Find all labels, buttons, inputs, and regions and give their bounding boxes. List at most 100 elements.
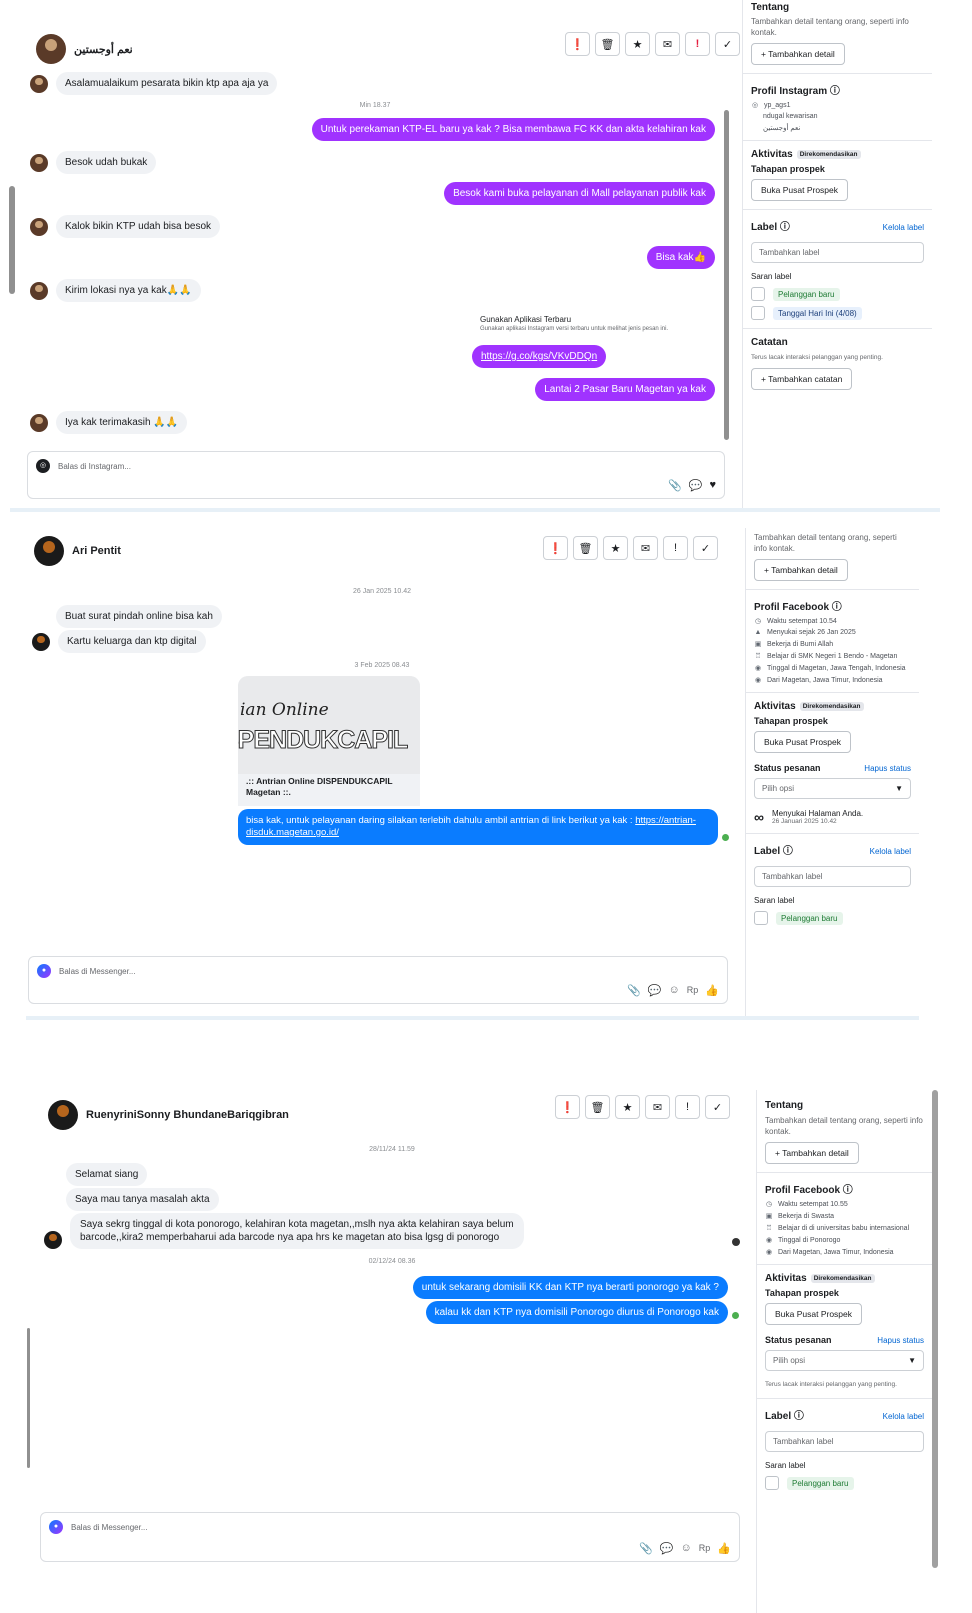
manage-label-link[interactable]: Kelola label (883, 1412, 924, 1421)
message-link[interactable]: https://g.co/kgs/VKvDDQn (472, 345, 607, 368)
alert-icon[interactable]: ❗ (565, 32, 590, 56)
star-icon[interactable]: ★ (615, 1095, 640, 1119)
checkbox[interactable] (751, 306, 765, 320)
alert-icon[interactable]: ❗ (543, 536, 568, 560)
message-incoming[interactable]: Kalok bikin KTP udah bisa besok (56, 215, 221, 238)
saved-reply-icon[interactable]: 💬 (689, 479, 703, 492)
avatar (30, 74, 48, 93)
mail-icon[interactable]: ✉ (645, 1095, 670, 1119)
scrollbar[interactable] (724, 110, 729, 440)
message-incoming[interactable]: Iya kak terimakasih 🙏🙏 (56, 411, 188, 434)
message-incoming[interactable]: Saya sekrg tinggal di kota ponorogo, kel… (70, 1213, 524, 1249)
reply-composer[interactable]: ● Balas di Messenger... 📎 💬 ☺ Rp 👍 (40, 1512, 740, 1562)
label-suggestion[interactable]: Pelanggan baru (765, 1476, 924, 1490)
page-scrollbar[interactable] (9, 186, 15, 294)
message-incoming[interactable]: Kirim lokasi nya ya kak🙏🙏 (56, 279, 201, 302)
like-icon[interactable]: 👍 (717, 1542, 731, 1555)
mail-icon[interactable]: ✉ (655, 32, 680, 56)
label-suggestion[interactable]: Tanggal Hari Ini (4/08) (751, 306, 924, 320)
payment-icon[interactable]: Rp (687, 984, 699, 997)
attach-icon[interactable]: 📎 (668, 479, 682, 492)
payment-icon[interactable]: Rp (699, 1542, 711, 1555)
clear-status-link[interactable]: Hapus status (864, 764, 911, 773)
message-outgoing[interactable]: bisa kak, untuk pelayanan daring silakan… (238, 809, 718, 845)
checkbox[interactable] (751, 287, 765, 301)
message-outgoing[interactable]: Untuk perekaman KTP-EL baru ya kak ? Bis… (311, 118, 715, 141)
check-icon[interactable]: ✓ (705, 1095, 730, 1119)
label-suggestion[interactable]: Pelanggan baru (754, 911, 911, 925)
checkbox[interactable] (754, 911, 768, 925)
message-incoming[interactable]: Asalamualaikum pesarata bikin ktp apa aj… (56, 72, 278, 95)
add-note-button[interactable]: + Tambahkan catatan (751, 368, 853, 390)
message-outgoing[interactable]: kalau kk dan KTP nya domisili Ponorogo d… (425, 1301, 728, 1324)
composer-actions: 📎 💬 ☺ Rp 👍 (639, 1542, 731, 1555)
exclamation-icon[interactable]: ! (663, 536, 688, 560)
trash-icon[interactable]: 🗑 (595, 32, 620, 56)
open-prospect-button[interactable]: Buka Pusat Prospek (765, 1303, 863, 1325)
reply-composer[interactable]: ● Balas di Messenger... 📎 💬 ☺ Rp 👍 (28, 956, 728, 1004)
timestamp: 28/11/24 11.59 (369, 1146, 415, 1153)
checkbox[interactable] (765, 1476, 779, 1490)
saved-reply-icon[interactable]: 💬 (648, 984, 662, 997)
label-input[interactable]: Tambahkan label (754, 866, 911, 887)
check-icon[interactable]: ✓ (693, 536, 718, 560)
message-incoming[interactable]: Buat surat pindah online bisa kah (56, 605, 222, 628)
trash-icon[interactable]: 🗑 (573, 536, 598, 560)
clear-status-link[interactable]: Hapus status (877, 1336, 924, 1345)
reply-composer[interactable]: ◎ Balas di Instagram... 📎 💬 ♥ (27, 451, 725, 499)
order-status-select[interactable]: Pilih opsi ▼ (754, 778, 911, 799)
add-detail-button[interactable]: + Tambahkan detail (765, 1142, 859, 1164)
message-outgoing[interactable]: Bisa kak👍 (646, 246, 715, 269)
open-prospect-button[interactable]: Buka Pusat Prospek (751, 179, 849, 201)
exclamation-icon[interactable]: ! (675, 1095, 700, 1119)
label-input[interactable]: Tambahkan label (751, 242, 924, 263)
emoji-icon[interactable]: ☺ (681, 1542, 692, 1555)
message-incoming[interactable]: Kartu keluarga dan ktp digital (58, 630, 206, 653)
star-icon[interactable]: ★ (603, 536, 628, 560)
tag-new-customer[interactable]: Pelanggan baru (773, 287, 840, 301)
message-outgoing[interactable]: Lantai 2 Pasar Baru Magetan ya kak (535, 378, 715, 401)
heart-icon[interactable]: ♥ (709, 479, 716, 492)
page-scrollbar[interactable] (27, 1328, 30, 1468)
alert-icon[interactable]: ❗ (555, 1095, 580, 1119)
exclamation-icon[interactable]: ! (685, 32, 710, 56)
like-icon[interactable]: 👍 (705, 984, 719, 997)
message-incoming[interactable]: Saya mau tanya masalah akta (66, 1188, 219, 1211)
tag-new-customer[interactable]: Pelanggan baru (787, 1476, 854, 1490)
link-preview-card[interactable]: ian Online SPENDUKCAPIL .:: Antrian Onli… (238, 676, 420, 806)
about-desc: Tambahkan detail tentang orang, seperti … (754, 533, 897, 553)
avatar[interactable] (48, 1100, 78, 1130)
label-suggestion[interactable]: Pelanggan baru (751, 287, 924, 301)
open-prospect-button[interactable]: Buka Pusat Prospek (754, 731, 852, 753)
tag-today[interactable]: Tanggal Hari Ini (4/08) (773, 306, 862, 320)
sidebar-scrollbar[interactable] (932, 1090, 938, 1568)
message-incoming[interactable]: Besok udah bukak (56, 151, 157, 174)
tag-new-customer[interactable]: Pelanggan baru (776, 911, 843, 925)
saved-reply-icon[interactable]: 💬 (660, 1542, 674, 1555)
prospect-stage-label: Tahapan prospek (751, 164, 825, 174)
attach-icon[interactable]: 📎 (627, 984, 641, 997)
instagram-handle[interactable]: yp_ags1 (764, 102, 790, 109)
manage-label-link[interactable]: Kelola label (870, 847, 911, 856)
manage-label-link[interactable]: Kelola label (883, 223, 924, 232)
check-icon[interactable]: ✓ (715, 32, 740, 56)
trash-icon[interactable]: 🗑 (585, 1095, 610, 1119)
contact-name[interactable]: RuenyriniSonny BhundaneBariqgibran (86, 1109, 289, 1121)
avatar[interactable] (36, 34, 66, 64)
contact-name[interactable]: نعم أوجستين (74, 43, 133, 56)
label-input[interactable]: Tambahkan label (765, 1431, 924, 1452)
emoji-icon[interactable]: ☺ (669, 984, 680, 997)
seen-icon (732, 1312, 739, 1319)
message-outgoing[interactable]: untuk sekarang domisili KK dan KTP nya b… (412, 1276, 728, 1299)
mail-icon[interactable]: ✉ (633, 536, 658, 560)
add-detail-button[interactable]: + Tambahkan detail (754, 559, 848, 581)
order-status-select[interactable]: Pilih opsi ▼ (765, 1350, 924, 1371)
attach-icon[interactable]: 📎 (639, 1542, 653, 1555)
message-outgoing[interactable]: Besok kami buka pelayanan di Mall pelaya… (444, 182, 715, 205)
avatar[interactable] (34, 536, 64, 566)
message-incoming[interactable]: Selamat siang (66, 1163, 148, 1186)
add-detail-button[interactable]: + Tambahkan detail (751, 43, 845, 65)
instagram-icon: ◎ (36, 459, 50, 473)
contact-name[interactable]: Ari Pentit (72, 545, 121, 557)
star-icon[interactable]: ★ (625, 32, 650, 56)
